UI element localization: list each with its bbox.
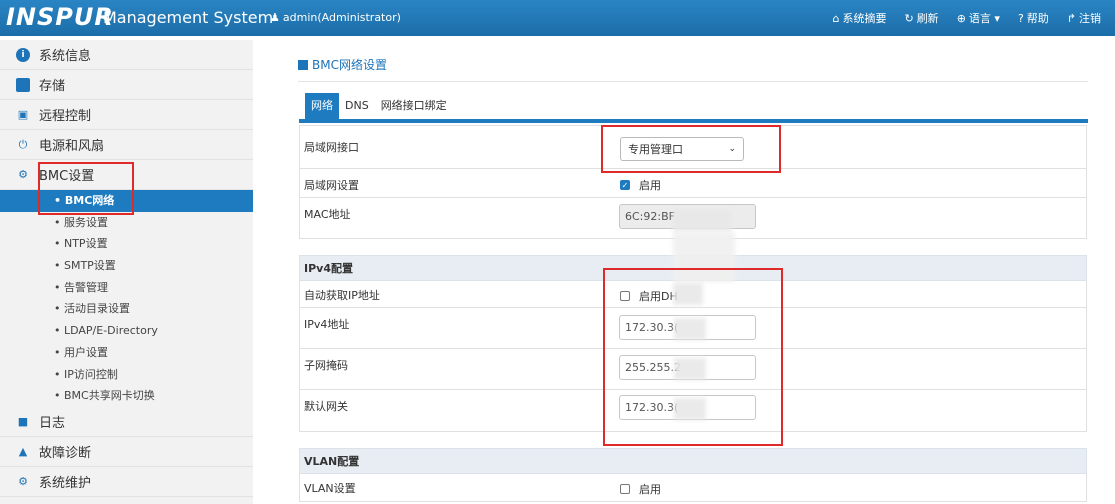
sidebar-item-label: BMC设置 [39, 169, 95, 184]
storage-icon [16, 77, 30, 92]
dhcp-checkbox[interactable] [620, 291, 630, 301]
row-lan-setting: 局域网设置 ✓ 启用 [299, 169, 1087, 198]
title-divider [298, 81, 1088, 82]
checkbox-label: 启用 [639, 179, 661, 192]
home-icon: ⌂ [832, 12, 840, 25]
nav-system-summary[interactable]: ⌂ 系统摘要 [832, 10, 886, 26]
sidebar-item-storage[interactable]: 存储 [0, 70, 253, 100]
select-value: 专用管理口 [628, 143, 683, 156]
tab-bar: 网络 DNS 网络接口绑定 [305, 93, 453, 119]
log-icon: ■ [17, 414, 29, 428]
sidebar-item-power-fan[interactable]: ⏻ 电源和风扇 [0, 130, 253, 160]
current-user: ♟ admin(Administrator) [270, 11, 401, 24]
sub-item-alert[interactable]: • 告警管理 [0, 277, 253, 299]
header-nav: ⌂ 系统摘要 ↻ 刷新 ⊕ 语言 ▾ ? 帮助 ↱ 注销 [832, 10, 1101, 26]
row-lan-interface: 局域网接口 专用管理口 ⌄ [299, 125, 1087, 169]
nav-label: 系统摘要 [842, 12, 887, 25]
page-icon [298, 60, 308, 70]
vlan-section-header: VLAN配置 [299, 448, 1087, 474]
page-title-text: BMC网络设置 [312, 58, 387, 72]
sidebar-item-remote-control[interactable]: ▣ 远程控制 [0, 100, 253, 130]
maintenance-icon: ⚙ [18, 474, 28, 488]
redaction-mask [674, 358, 706, 380]
sub-item-nic-switch[interactable]: • BMC共享网卡切换 [0, 385, 253, 407]
nav-label: 刷新 [916, 12, 939, 25]
auto-ip-label: 自动获取IP地址 [304, 289, 380, 302]
nav-label: 注销 [1079, 12, 1101, 25]
warning-icon: ▲ [18, 444, 28, 458]
info-icon: i [16, 47, 30, 62]
sub-item-user-settings[interactable]: • 用户设置 [0, 342, 253, 364]
sidebar-item-label: 故障诊断 [39, 445, 92, 461]
sidebar-item-label: 电源和风扇 [39, 139, 105, 154]
sub-item-ntp[interactable]: • NTP设置 [0, 233, 253, 255]
checkbox-label: 启用 [639, 483, 661, 496]
sub-item-ldap[interactable]: • LDAP/E-Directory [0, 320, 253, 342]
redaction-mac [673, 210, 731, 232]
globe-icon: ⊕ [956, 12, 966, 25]
vlan-enable-checkbox[interactable] [620, 484, 630, 494]
sub-item-ip-access[interactable]: • IP访问控制 [0, 364, 253, 386]
sidebar-item-maintenance[interactable]: ⚙ 系统维护 [0, 467, 253, 497]
lan-interface-label: 局域网接口 [304, 141, 359, 154]
network-form: 局域网接口 专用管理口 ⌄ 局域网设置 ✓启用 MAC地址 6C:92:BF [299, 125, 1087, 502]
chevron-down-icon: ⌄ [728, 144, 736, 154]
user-name: admin(Administrator) [282, 11, 401, 24]
sidebar-item-log[interactable]: ■ 日志 [0, 407, 253, 437]
top-header: INSPUR Management System ♟ admin(Administ… [0, 0, 1115, 36]
redaction-strip [673, 232, 735, 282]
sidebar-item-label: 存储 [39, 79, 66, 94]
redaction-ipv4 [674, 318, 706, 340]
subnet-mask-label: 子网掩码 [304, 359, 348, 372]
sidebar-item-label: 系统维护 [39, 475, 92, 491]
nav-label: 语言 ▾ [968, 12, 1000, 25]
sub-item-smtp[interactable]: • SMTP设置 [0, 255, 253, 277]
redaction-dhcp [673, 283, 703, 305]
help-icon: ? [1017, 12, 1024, 25]
sidebar-item-system-info[interactable]: i 系统信息 [0, 40, 253, 70]
sub-item-active-directory[interactable]: • 活动目录设置 [0, 298, 253, 320]
user-icon: ♟ [270, 11, 280, 24]
lan-interface-select[interactable]: 专用管理口 ⌄ [620, 137, 744, 161]
sub-item-service-settings[interactable]: • 服务设置 [0, 212, 253, 234]
sidebar-item-label: 系统信息 [39, 49, 92, 64]
monitor-icon: ▣ [17, 108, 29, 121]
sidebar-item-label: 日志 [39, 415, 66, 431]
sub-item-bmc-network[interactable]: • BMC网络 [0, 190, 253, 212]
tab-interface-bonding[interactable]: 网络接口绑定 [375, 93, 453, 119]
lan-setting-label: 局域网设置 [304, 179, 359, 192]
tab-dns[interactable]: DNS [339, 93, 375, 119]
tab-network[interactable]: 网络 [305, 93, 339, 119]
ipv4-address-label: IPv4地址 [304, 318, 350, 331]
gear-icon: ⚙ [18, 168, 28, 181]
vlan-setting-label: VLAN设置 [304, 482, 356, 495]
sidebar-item-bmc-settings[interactable]: ⚙ BMC设置 [0, 160, 253, 190]
checkbox-label: 启用DH [639, 290, 678, 303]
nav-language[interactable]: ⊕ 语言 ▾ [957, 10, 1000, 26]
redaction-gateway [674, 398, 706, 420]
page-title: BMC网络设置 [298, 56, 387, 73]
sidebar-item-label: 远程控制 [39, 109, 92, 124]
refresh-icon: ↻ [904, 12, 914, 25]
nav-logout[interactable]: ↱ 注销 [1067, 10, 1101, 26]
inspur-logo: INSPUR [6, 3, 114, 31]
power-icon: ⏻ [18, 137, 28, 151]
lan-enable-checkbox[interactable]: ✓ [620, 180, 630, 190]
row-vlan-setting: VLAN设置 启用 [299, 474, 1087, 502]
sidebar: i 系统信息 存储 ▣ 远程控制 ⏻ 电源和风扇 ⚙ BMC设置 • BMC网络 • 服… [0, 40, 253, 504]
bmc-settings-submenu: • BMC网络 • 服务设置 • NTP设置 • SMTP设置 • 告警管理 •… [0, 190, 253, 407]
app-title: Management System [103, 8, 274, 27]
tab-underline [299, 119, 1088, 123]
mac-label: MAC地址 [304, 208, 351, 221]
logout-icon: ↱ [1066, 12, 1076, 25]
nav-help[interactable]: ? 帮助 [1018, 10, 1049, 26]
nav-label: 帮助 [1026, 12, 1049, 25]
gateway-label: 默认网关 [304, 400, 348, 413]
sidebar-item-diagnostics[interactable]: ▲ 故障诊断 [0, 437, 253, 467]
nav-refresh[interactable]: ↻ 刷新 [904, 10, 938, 26]
